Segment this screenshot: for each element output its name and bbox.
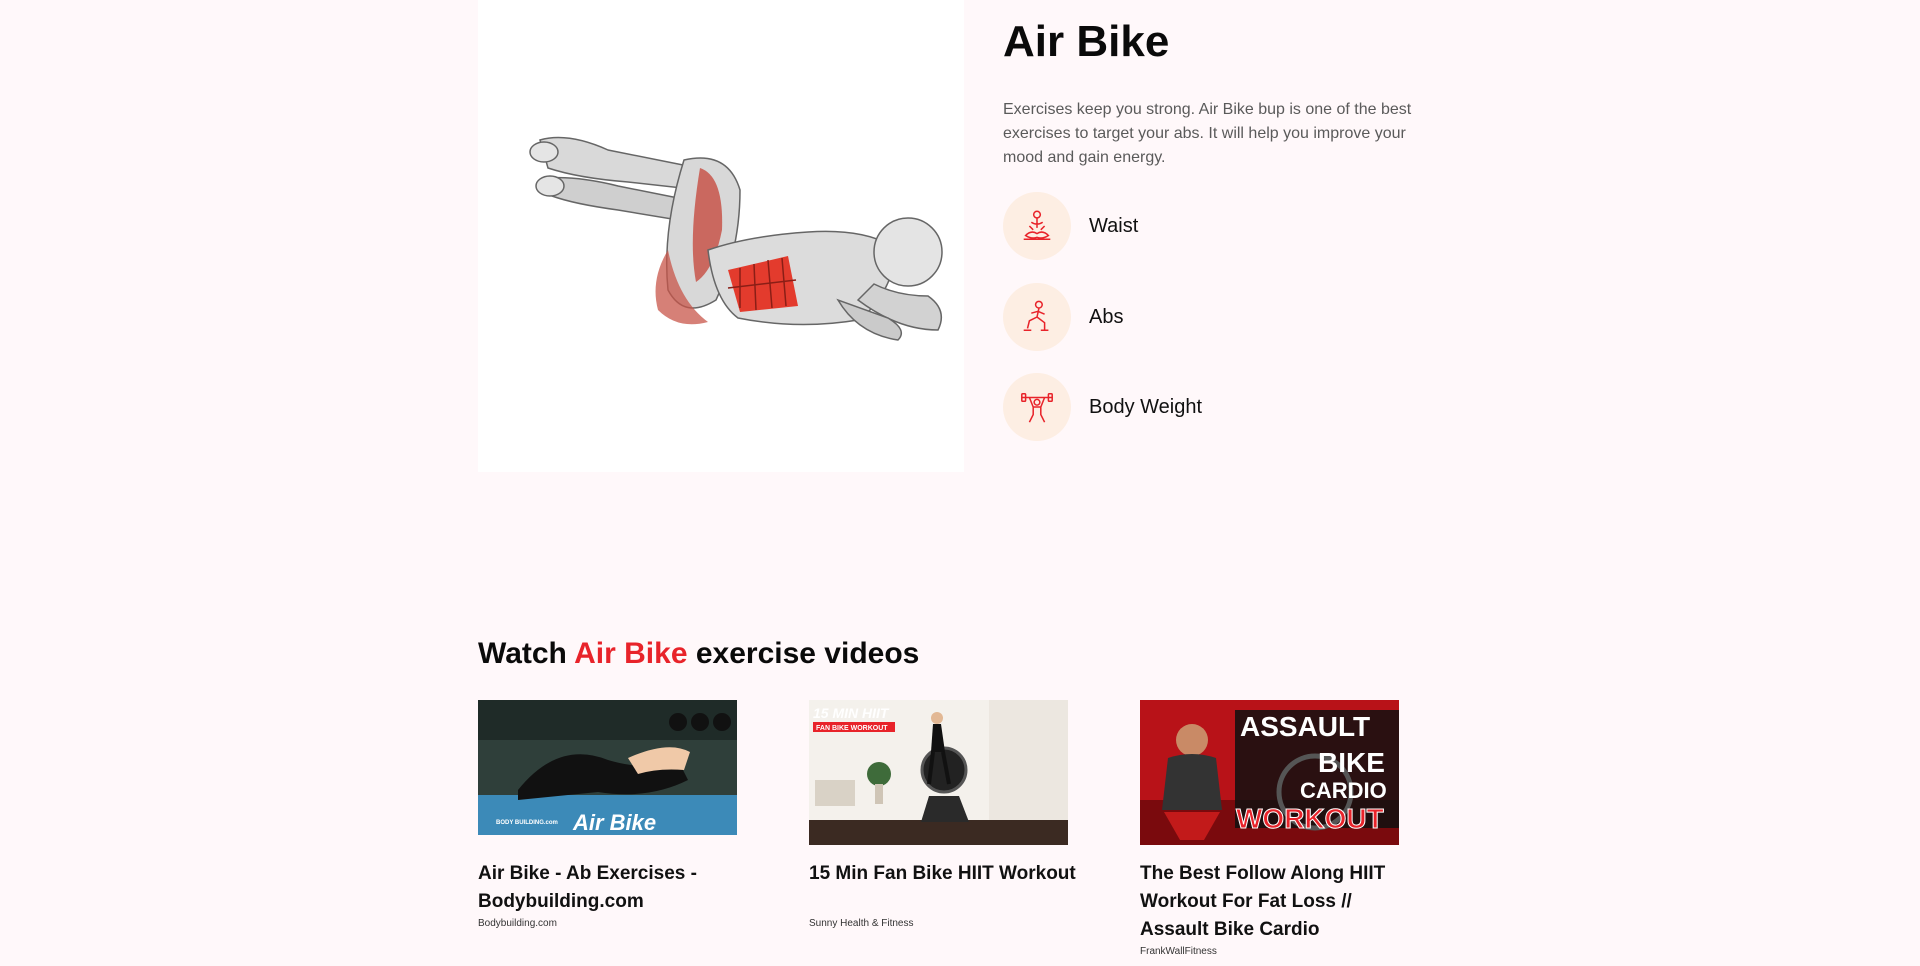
feature-icon-circle — [1003, 283, 1071, 351]
video-thumbnail-image: 15 MIN HIIT FAN BIKE WORKOUT — [809, 700, 1068, 845]
videos-heading-prefix: Watch — [478, 637, 567, 670]
exercise-description: Exercises keep you strong. Air Bike bup … — [1003, 101, 1412, 166]
feature-icon-circle — [1003, 192, 1071, 260]
video-channel: Bodybuilding.com — [478, 918, 557, 929]
video-thumbnail-image: Air Bike BODY BUILDING.com — [478, 700, 737, 835]
video-thumbnail[interactable]: 15 MIN HIIT FAN BIKE WORKOUT — [809, 700, 1068, 845]
meditation-icon — [1023, 210, 1051, 241]
feature-label: Abs — [1089, 305, 1124, 328]
feature-label: Body Weight — [1089, 395, 1203, 418]
video-thumbnail-image: ASSAULT BIKE CARDIO WORKOUT — [1140, 700, 1399, 845]
lunge-icon — [1023, 300, 1049, 332]
video-channel: FrankWallFitness — [1140, 946, 1217, 957]
exercise-page: Air Bike Exercises keep you strong. Air … — [0, 0, 1920, 966]
air-bike-figure — [529, 136, 943, 341]
video-title[interactable]: The Best Follow Along HIIT Workout For F… — [1140, 860, 1410, 944]
thumb-logo-text: BODY BUILDING.com — [496, 820, 558, 826]
video-title[interactable]: 15 Min Fan Bike HIIT Workout — [809, 860, 1079, 888]
feature-label: Waist — [1089, 214, 1139, 237]
thumb-line: BIKE — [1318, 747, 1385, 778]
thumb-line: CARDIO — [1300, 778, 1387, 803]
feature-icon-circle — [1003, 373, 1071, 441]
weightlifter-icon — [1021, 392, 1053, 423]
thumb-line: ASSAULT — [1240, 711, 1370, 742]
videos-heading: Watch Air Bike exercise videos — [478, 637, 919, 671]
exercise-illustration — [478, 0, 964, 472]
videos-heading-suffix: exercise videos — [695, 637, 920, 670]
video-title[interactable]: Air Bike - Ab Exercises - Bodybuilding.c… — [478, 860, 748, 916]
video-thumbnail[interactable]: ASSAULT BIKE CARDIO WORKOUT — [1140, 700, 1399, 845]
video-channel: Sunny Health & Fitness — [809, 918, 914, 929]
feature-abs: Abs — [1003, 283, 1123, 351]
thumb-overlay-text: Air Bike — [572, 810, 656, 835]
thumb-sub-text: FAN BIKE WORKOUT — [816, 725, 888, 732]
video-thumbnail[interactable]: Air Bike BODY BUILDING.com — [478, 700, 737, 835]
video-card[interactable]: ASSAULT BIKE CARDIO WORKOUT The Best Fol… — [1140, 700, 1410, 957]
videos-heading-accent: Air Bike — [574, 637, 688, 670]
feature-waist: Waist — [1003, 192, 1138, 260]
thumb-line: WORKOUT — [1236, 803, 1384, 834]
video-card[interactable]: 15 MIN HIIT FAN BIKE WORKOUT 15 Min Fan … — [809, 700, 1079, 929]
exercise-title: Air Bike — [1003, 17, 1170, 66]
feature-body-weight: Body Weight — [1003, 373, 1202, 441]
video-card[interactable]: Air Bike BODY BUILDING.com Air Bike - Ab… — [478, 700, 748, 929]
thumb-overlay-text: 15 MIN HIIT — [813, 705, 890, 721]
